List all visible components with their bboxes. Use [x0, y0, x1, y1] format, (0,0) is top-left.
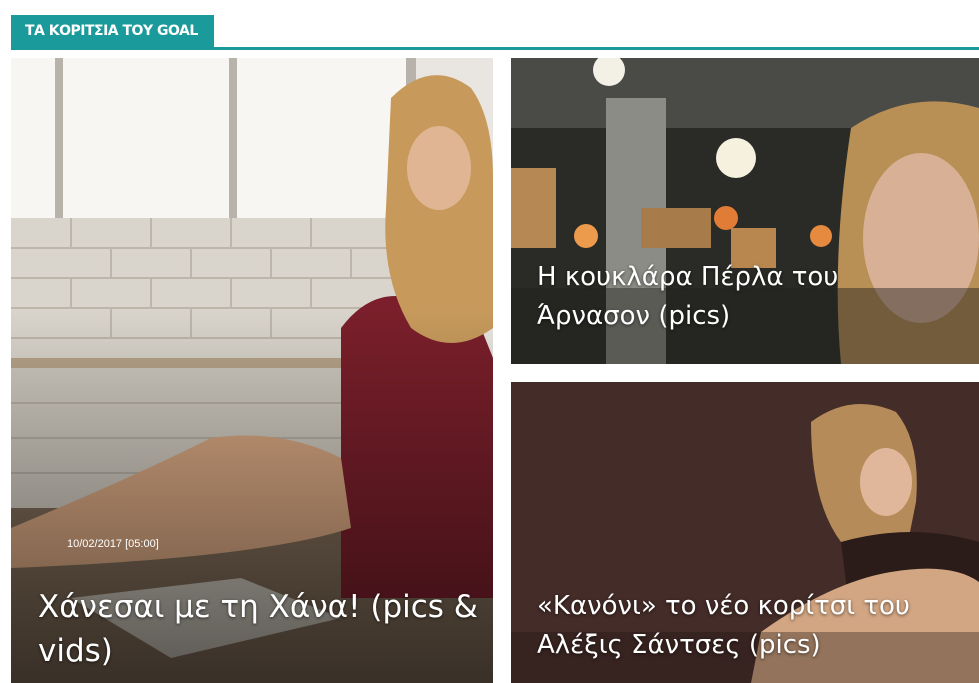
- section-header: ΤΑ ΚΟΡΙΤΣΙΑ ΤΟΥ GOAL: [0, 0, 979, 52]
- article-card[interactable]: Η κουκλάρα Πέρλα του Άρνασον (pics): [511, 58, 979, 364]
- article-date: 10/02/2017 [05:00]: [67, 538, 159, 550]
- section-divider: [11, 47, 979, 50]
- section-title[interactable]: ΤΑ ΚΟΡΙΤΣΙΑ ΤΟΥ GOAL: [11, 15, 214, 47]
- article-title[interactable]: Χάνεσαι με τη Χάνα! (pics & vids): [38, 585, 478, 673]
- article-card[interactable]: «Κανόνι» το νέο κορίτσι του Αλέξις Σάντσ…: [511, 382, 979, 683]
- article-card-featured[interactable]: 10/02/2017 [05:00] Χάνεσαι με τη Χάνα! (…: [11, 58, 493, 683]
- article-title[interactable]: Η κουκλάρα Πέρλα του Άρνασον (pics): [537, 258, 957, 336]
- article-title[interactable]: «Κανόνι» το νέο κορίτσι του Αλέξις Σάντσ…: [537, 587, 977, 665]
